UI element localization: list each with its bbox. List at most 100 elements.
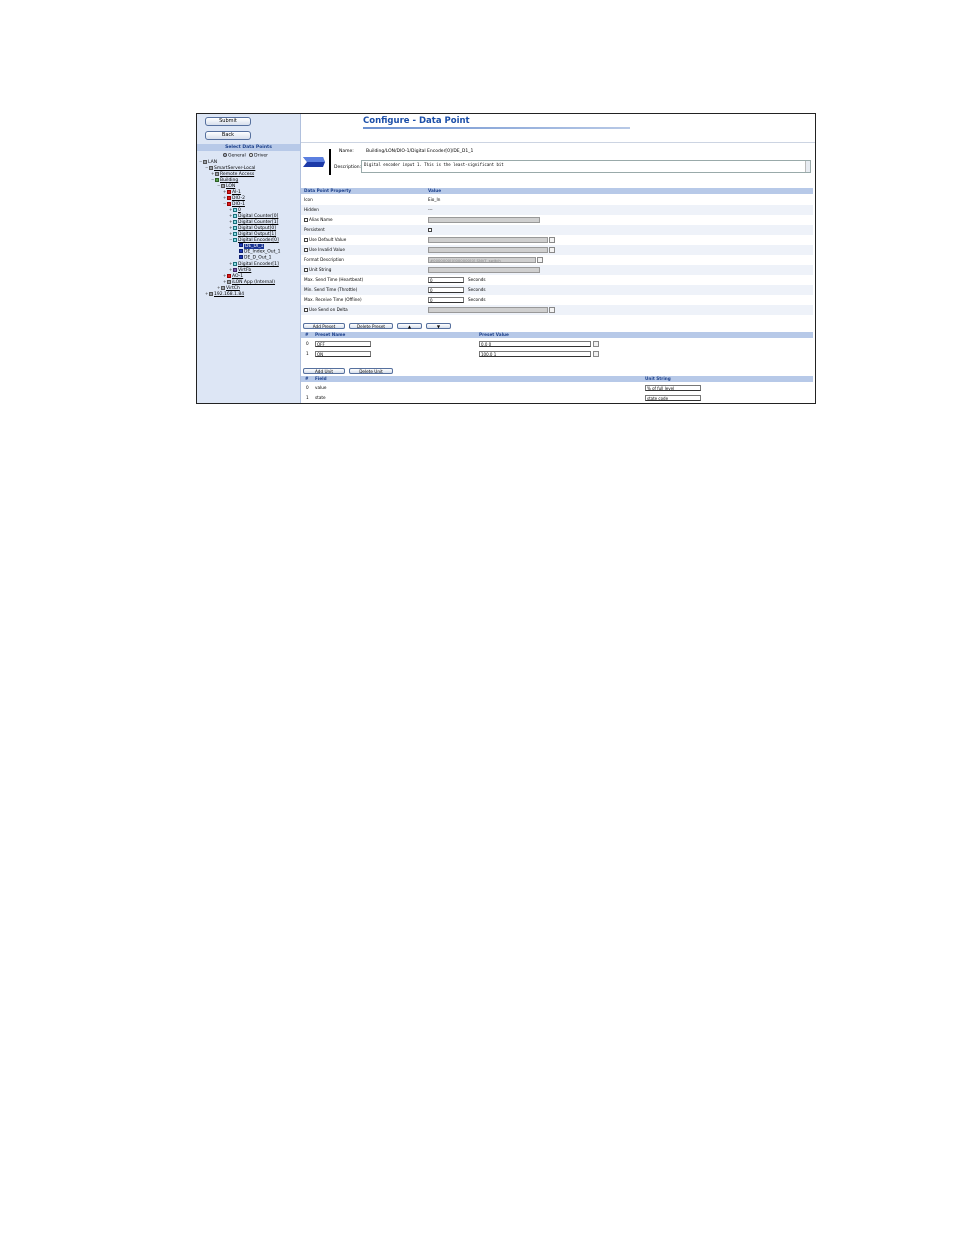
property-enable-checkbox[interactable] — [304, 268, 308, 272]
property-enable-checkbox[interactable] — [304, 218, 308, 222]
property-value-field[interactable] — [428, 237, 548, 243]
expand-icon[interactable]: + — [205, 291, 208, 297]
property-value-field[interactable] — [428, 267, 540, 273]
browse-button[interactable] — [549, 247, 555, 253]
description-textarea[interactable]: Digital encoder input 1. This is the lea… — [361, 160, 811, 173]
tree-node[interactable]: +192.168.1.84 — [205, 291, 244, 297]
property-label: Use Default Value — [304, 235, 346, 245]
seconds-input[interactable]: 0 — [428, 287, 464, 293]
browse-button[interactable] — [537, 257, 543, 263]
cyan-block-icon — [233, 219, 237, 224]
select-data-points-heading: Select Data Points — [197, 144, 300, 151]
browse-button[interactable] — [549, 237, 555, 243]
property-label-text: Use Default Value — [309, 237, 347, 242]
page-title: Configure - Data Point — [363, 116, 470, 126]
property-row: Min. Send Time (Throttle) 0 Seconds — [301, 285, 813, 295]
description-label: Description: — [334, 165, 362, 170]
property-value-field[interactable]: #0000000[0]000000[0] SNVT_switch — [428, 257, 536, 263]
tree-node-label[interactable]: 192.168.1.84 — [214, 292, 244, 297]
seconds-unit-label: Seconds — [468, 297, 486, 302]
collapse-icon[interactable]: − — [211, 177, 214, 183]
lan-icon — [203, 159, 207, 164]
property-value-field[interactable] — [428, 307, 548, 313]
preset-edit-button[interactable] — [593, 351, 599, 357]
property-label: Use Send on Delta — [304, 305, 348, 315]
building-icon — [215, 177, 219, 182]
delete-unit-button[interactable]: Delete Unit — [349, 368, 393, 374]
property-value-field[interactable] — [428, 217, 540, 223]
cyan-block-icon — [233, 225, 237, 230]
unit-row: 1 state state code — [301, 393, 813, 403]
property-value-field[interactable] — [428, 247, 548, 253]
cyan-block-icon — [233, 261, 237, 266]
property-label: Format Description — [304, 255, 344, 265]
add-preset-button[interactable]: Add Preset — [303, 323, 345, 329]
property-enable-checkbox[interactable] — [304, 238, 308, 242]
property-enable-checkbox[interactable] — [304, 308, 308, 312]
preset-edit-button[interactable] — [593, 341, 599, 347]
general-radio-label: General — [228, 153, 246, 159]
seconds-input[interactable]: 0 — [428, 297, 464, 303]
preset-name-input[interactable]: OFF — [315, 341, 371, 347]
description-scrollbar[interactable] — [805, 161, 810, 172]
tree-node-label[interactable]: DE_D_Out_1 — [244, 256, 272, 261]
property-row: Format Description #0000000[0]000000[0] S… — [301, 255, 813, 265]
move-preset-up-button[interactable]: ▲ — [397, 323, 422, 329]
unit-index-header: # — [305, 376, 309, 381]
property-label-text: Persistent — [304, 227, 325, 232]
seconds-input[interactable]: 0 — [428, 277, 464, 283]
header-divider — [301, 142, 815, 143]
collapse-icon[interactable]: − — [223, 201, 226, 207]
persistent-checkbox[interactable] — [428, 228, 432, 232]
preset-value-input[interactable]: 0.0 0 — [479, 341, 591, 347]
property-label-text: Min. Send Time (Throttle) — [304, 287, 358, 292]
name-value: Building/LON/DIO-1/Digital Encoder[0]/DE… — [366, 149, 474, 154]
collapse-icon[interactable]: − — [205, 165, 208, 171]
preset-name-header: Preset Name — [315, 332, 346, 337]
cyan-block-icon — [233, 207, 237, 212]
property-row: Max. Send Time (Heartbeat) 0 Seconds — [301, 275, 813, 285]
collapse-icon[interactable]: − — [217, 183, 220, 189]
unit-string-input[interactable]: state code — [645, 395, 701, 401]
move-preset-down-button[interactable]: ▼ — [426, 323, 451, 329]
seconds-unit-label: Seconds — [468, 277, 486, 282]
collapse-icon[interactable]: − — [229, 237, 232, 243]
property-label: Max. Receive Time (Offline) — [304, 295, 362, 305]
units-header: # Field Unit String — [301, 376, 813, 382]
back-button[interactable]: Back — [205, 131, 251, 140]
left-panel: Submit Back Select Data Points General D… — [197, 114, 301, 403]
preset-index: 1 — [306, 351, 309, 356]
tree-node-label[interactable]: DE_Index_Out_1 — [244, 250, 280, 255]
tree-node-label[interactable]: DE_DI_1 — [244, 243, 265, 249]
property-label: Hidden — [304, 205, 319, 215]
preset-row: 1 ON 100.0 1 — [301, 349, 813, 359]
unit-index: 0 — [306, 385, 309, 390]
seconds-unit-label: Seconds — [468, 287, 486, 292]
property-value: --- — [428, 207, 433, 212]
property-row: Use Send on Delta — [301, 305, 813, 315]
unit-index: 1 — [306, 395, 309, 400]
browse-button[interactable] — [549, 307, 555, 313]
add-unit-button[interactable]: Add Unit — [303, 368, 345, 374]
driver-radio[interactable] — [249, 153, 254, 157]
view-mode-radios: General Driver — [223, 153, 268, 159]
general-radio[interactable] — [223, 153, 227, 157]
main-panel: Configure - Data Point Name: Building/LO… — [301, 114, 815, 403]
delete-preset-button[interactable]: Delete Preset — [349, 323, 393, 329]
preset-name-input[interactable]: ON — [315, 351, 371, 357]
unit-row: 0 value % of full level — [301, 383, 813, 393]
property-row: Use Default Value — [301, 235, 813, 245]
title-underline — [363, 127, 630, 129]
preset-value-input[interactable]: 100.0 1 — [479, 351, 591, 357]
unit-string-input[interactable]: % of full level — [645, 385, 701, 391]
submit-button[interactable]: Submit — [205, 117, 251, 126]
preset-row: 0 OFF 0.0 0 — [301, 339, 813, 349]
description-text: Digital encoder input 1. This is the lea… — [364, 162, 504, 167]
unit-string-header: Unit String — [645, 376, 671, 381]
property-enable-checkbox[interactable] — [304, 248, 308, 252]
collapse-icon[interactable]: − — [199, 159, 202, 165]
property-row: Unit String — [301, 265, 813, 275]
name-label: Name: — [339, 149, 354, 154]
preset-index: 0 — [306, 341, 309, 346]
red-device-icon — [227, 201, 231, 206]
